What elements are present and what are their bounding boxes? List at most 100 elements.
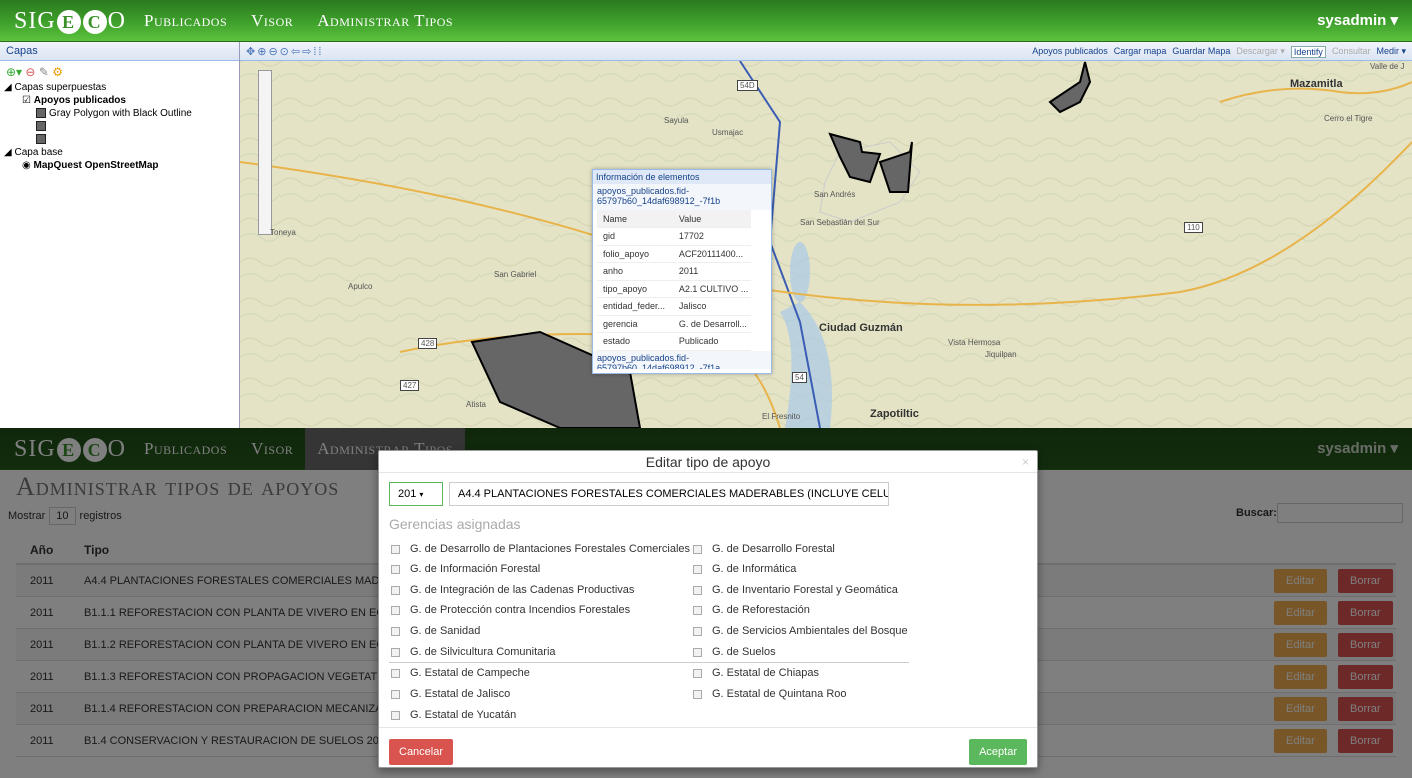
road-shield: 54 (792, 372, 807, 383)
divider (389, 662, 909, 663)
gerencia-checkbox[interactable]: G. de Desarrollo Forestal (693, 543, 835, 555)
feature-id[interactable]: apoyos_publicados.fid-65797b60_14daf6989… (593, 184, 771, 210)
checkbox-icon[interactable] (693, 564, 702, 574)
forward-icon[interactable]: ⇨ (302, 46, 313, 58)
gerencia-checkbox[interactable]: G. de Inventario Forestal y Geomática (693, 584, 898, 596)
accept-button[interactable]: Aceptar (969, 739, 1027, 765)
cargar-mapa-button[interactable]: Cargar mapa (1114, 46, 1167, 58)
gerencia-checkbox[interactable]: G. de Desarrollo de Plantaciones Foresta… (391, 543, 690, 555)
sigeco-logo[interactable]: SIGECO (14, 8, 126, 35)
gerencia-checkbox[interactable]: G. de Silvicultura Comunitaria (391, 646, 556, 658)
layer-apoyos[interactable]: ☑ Apoyos publicados (4, 94, 235, 107)
tipo-input[interactable]: A4.4 PLANTACIONES FORESTALES COMERCIALES… (449, 482, 889, 506)
guardar-mapa-button[interactable]: Guardar Mapa (1172, 46, 1230, 58)
gerencia-checkbox[interactable]: G. Estatal de Campeche (391, 667, 530, 679)
checkbox-icon[interactable] (693, 626, 702, 636)
gerencia-checkbox[interactable]: G. de Protección contra Incendios Forest… (391, 604, 630, 616)
cancel-button[interactable]: Cancelar (389, 739, 454, 765)
gerencia-checkbox[interactable]: G. Estatal de Chiapas (693, 667, 819, 679)
gerencia-checkbox[interactable]: G. de Reforestación (693, 604, 810, 616)
checkbox-icon[interactable] (391, 585, 400, 595)
road-shield: 110 (1184, 222, 1203, 233)
pan-icon[interactable]: ✥ (246, 46, 257, 58)
back-icon[interactable]: ⇦ (291, 46, 302, 58)
zoom-out-icon[interactable]: ⊖ (268, 46, 279, 58)
edit-tipo-modal: Editar tipo de apoyo × 201 ▾ A4.4 PLANTAC… (378, 450, 1038, 768)
close-icon[interactable]: × (1022, 451, 1029, 473)
checkbox-icon[interactable] (391, 626, 400, 636)
descargar-button[interactable]: Descargar ▾ (1236, 46, 1285, 58)
base-group[interactable]: ◢ Capa base (4, 146, 235, 159)
edit-layer-icon[interactable]: ✎ (39, 65, 49, 79)
checkbox-icon[interactable] (391, 564, 400, 574)
main-nav: Publicados Visor Administrar Tipos (132, 0, 465, 42)
map-label: San Andrés (814, 190, 856, 199)
modal-title: Editar tipo de apoyo × (379, 451, 1037, 473)
checkbox-icon[interactable] (391, 647, 400, 657)
gerencia-checkbox[interactable]: G. de Integración de las Cadenas Product… (391, 584, 634, 596)
attr-row: tipo_apoyo A2.1 CULTIVO ... (597, 280, 751, 298)
layer-style-2 (4, 120, 235, 133)
attr-row: anho 2011 (597, 262, 751, 281)
nav-administrar-tipos[interactable]: Administrar Tipos (305, 0, 465, 42)
gerencia-checkbox[interactable]: G. Estatal de Jalisco (391, 688, 510, 700)
layer-checkbox[interactable]: ☑ (22, 95, 34, 106)
feature-info-popup[interactable]: Información de elementos apoyos_publicad… (592, 169, 772, 374)
nav-publicados[interactable]: Publicados (132, 0, 239, 42)
checkbox-icon[interactable] (391, 689, 400, 699)
feature-id-2[interactable]: apoyos_publicados.fid-65797b60_14daf6989… (593, 350, 771, 369)
map-label: Cerro el Tigre (1324, 114, 1373, 123)
checkbox-icon[interactable] (693, 605, 702, 615)
popup-title: Información de elementos (593, 170, 771, 184)
modal-footer: Cancelar Aceptar (379, 727, 1037, 767)
attr-row: gid 17702 (597, 227, 751, 246)
consultar-button[interactable]: Consultar (1332, 46, 1371, 58)
user-menu[interactable]: sysadmin ▾ (1317, 0, 1398, 42)
checkbox-icon[interactable] (693, 544, 702, 554)
gerencias-label: Gerencias asignadas (389, 516, 521, 532)
radio-icon[interactable]: ◉ (22, 160, 34, 171)
checkbox-icon[interactable] (693, 668, 702, 678)
map-label: Toneya (270, 228, 296, 237)
gerencia-checkbox[interactable]: G. de Sanidad (391, 625, 480, 637)
gerencia-checkbox[interactable]: G. de Informática (693, 563, 796, 575)
zoom-slider[interactable] (258, 70, 272, 235)
checkbox-icon[interactable] (693, 585, 702, 595)
col-value: Value (672, 210, 751, 228)
collapse-icon[interactable]: ◢ (4, 82, 14, 93)
gerencia-checkbox[interactable]: G. de Servicios Ambientales del Bosque (693, 625, 908, 637)
checkbox-icon[interactable] (693, 647, 702, 657)
overlay-group[interactable]: ◢ Capas superpuestas (4, 81, 235, 94)
map-label: Vista Hermosa (948, 338, 1001, 347)
map-label: Sayula (664, 116, 689, 125)
apoyos-publicados-button[interactable]: Apoyos publicados (1032, 46, 1108, 58)
col-name: Name (597, 210, 673, 228)
gerencia-checkbox[interactable]: G. Estatal de Quintana Roo (693, 688, 847, 700)
identify-button[interactable]: Identify (1290, 46, 1326, 58)
layer-props-icon[interactable]: ⚙ (52, 65, 63, 79)
checkbox-icon[interactable] (391, 544, 400, 554)
grid-icon[interactable]: ⁞⁞ (313, 46, 323, 58)
base-layer-mapquest[interactable]: ◉ MapQuest OpenStreetMap (4, 159, 235, 172)
collapse-icon[interactable]: ◢ (4, 147, 14, 158)
checkbox-icon[interactable] (391, 605, 400, 615)
nav-visor[interactable]: Visor (239, 0, 305, 42)
checkbox-icon[interactable] (391, 668, 400, 678)
medir-button[interactable]: Medir ▾ (1376, 46, 1406, 58)
map-canvas[interactable] (240, 42, 1412, 428)
map-label: Usmajac (712, 128, 744, 137)
zoom-extent-icon[interactable]: ⊙ (280, 46, 291, 58)
gerencia-checkbox[interactable]: G. de Información Forestal (391, 563, 540, 575)
checkbox-icon[interactable] (693, 689, 702, 699)
remove-layer-icon[interactable]: ⊖ (25, 65, 35, 79)
year-select[interactable]: 201 ▾ (389, 482, 443, 506)
map-viewer[interactable]: ✥⊕⊖⊙⇦⇨⁞⁞ Apoyos publicados Cargar mapa G… (240, 42, 1412, 428)
zoom-in-icon[interactable]: ⊕ (257, 46, 268, 58)
top-navbar: SIG E C O Publicados Visor Administrar Tipo… (0, 0, 1412, 42)
gerencia-checkbox[interactable]: G. Estatal de Yucatán (391, 709, 516, 721)
gerencia-checkbox[interactable]: G. de Suelos (693, 646, 776, 658)
add-layer-icon[interactable]: ⊕▾ (6, 65, 22, 79)
checkbox-icon[interactable] (391, 710, 400, 720)
map-label: Zapotiltic (870, 408, 919, 420)
layers-toolbar: ⊕▾ ⊖ ✎ ⚙ (0, 61, 239, 79)
